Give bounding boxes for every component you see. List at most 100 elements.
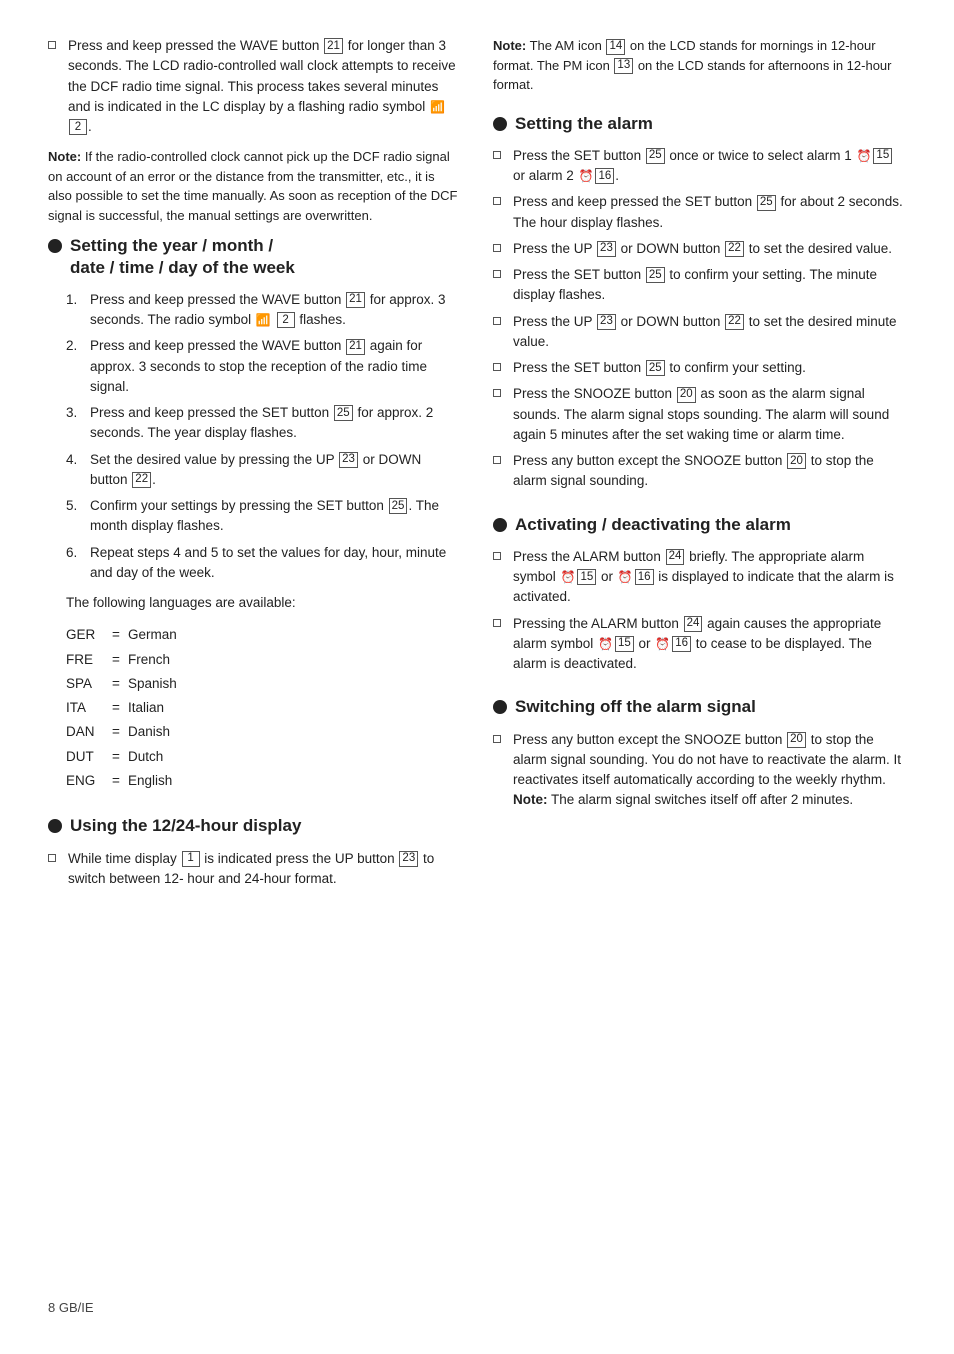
btn-snooze20a: 20: [677, 387, 696, 403]
list-text: Pressing the ALARM button 24 again cause…: [513, 614, 906, 675]
section4-bullet: [493, 518, 507, 532]
btn-down22c: 22: [725, 314, 744, 330]
section-12-24: Using the 12/24-hour display While time …: [48, 815, 461, 889]
bullet-sq: [493, 317, 501, 325]
alarm-icon: ⏰: [856, 147, 871, 165]
page: Press and keep pressed the WAVE button 2…: [0, 0, 954, 1354]
bullet-sq: [493, 363, 501, 371]
btn-down4: 22: [132, 472, 151, 488]
section3-heading: Setting the alarm: [493, 113, 906, 134]
section1-heading: Setting the year / month /date / time / …: [48, 235, 461, 278]
lang-intro: The following languages are available:: [66, 593, 461, 613]
bullet-sq: [493, 552, 501, 560]
list-item: Press the UP 23 or DOWN button 22 to set…: [493, 239, 906, 259]
bullet-sq: [493, 735, 501, 743]
note-text-radio: If the radio-controlled clock cannot pic…: [48, 149, 457, 223]
note-label-alarm: Note:: [513, 792, 548, 807]
list-item: 3. Press and keep pressed the SET button…: [66, 403, 461, 444]
alarm-icon: ⏰: [598, 635, 613, 653]
btn-15b: 15: [577, 569, 596, 585]
list-item: Press any button except the SNOOZE butto…: [493, 451, 906, 492]
btn-alarm24b: 24: [684, 616, 703, 632]
lang-row: ITA=Italian: [66, 696, 461, 720]
note-label-radio: Note:: [48, 149, 81, 164]
columns: Press and keep pressed the WAVE button 2…: [48, 36, 906, 1281]
intro-text: Press and keep pressed the WAVE button 2…: [68, 36, 461, 137]
section2-bullet: [48, 819, 62, 833]
lang-abbr: GER: [66, 623, 104, 647]
lang-name: Spanish: [128, 672, 208, 696]
bullet-sq: [493, 244, 501, 252]
list-num: 3.: [66, 403, 82, 423]
list-item: 1. Press and keep pressed the WAVE butto…: [66, 290, 461, 331]
list-text: Press and keep pressed the WAVE button 2…: [90, 336, 461, 397]
list-num: 1.: [66, 290, 82, 310]
btn-16c: 16: [672, 636, 691, 652]
list-text: Repeat steps 4 and 5 to set the values f…: [90, 543, 461, 584]
btn-16b: 16: [635, 569, 654, 585]
btn-wave-21: 21: [324, 38, 343, 54]
lang-row: DAN=Danish: [66, 720, 461, 744]
lang-row: SPA=Spanish: [66, 672, 461, 696]
section3-heading-text: Setting the alarm: [515, 113, 653, 134]
list-num: 4.: [66, 450, 82, 470]
btn-wave: 21: [346, 292, 365, 308]
section1-bullet: [48, 239, 62, 253]
section2-heading: Using the 12/24-hour display: [48, 815, 461, 836]
section1-list: 1. Press and keep pressed the WAVE butto…: [66, 290, 461, 583]
btn-15c: 15: [615, 636, 634, 652]
section5-heading-text: Switching off the alarm signal: [515, 696, 756, 717]
btn-up23c: 23: [597, 314, 616, 330]
list-text: Press and keep pressed the SET button 25…: [513, 192, 906, 233]
list-item: Press and keep pressed the SET button 25…: [493, 192, 906, 233]
btn-down22b: 22: [725, 241, 744, 257]
list-item: Press the SET button 25 to confirm your …: [493, 265, 906, 306]
list-text: Press the SET button 25 to confirm your …: [513, 265, 906, 306]
alarm-icon: ⏰: [561, 568, 576, 586]
list-text: Confirm your settings by pressing the SE…: [90, 496, 461, 537]
lang-abbr: SPA: [66, 672, 104, 696]
list-item: 4. Set the desired value by pressing the…: [66, 450, 461, 491]
lang-name: English: [128, 769, 208, 793]
list-text: Press and keep pressed the SET button 25…: [90, 403, 461, 444]
btn-15a: 15: [873, 148, 892, 164]
language-table: GER=German FRE=French SPA=Spanish ITA=It…: [66, 623, 461, 793]
section3-list: Press the SET button 25 once or twice to…: [493, 146, 906, 492]
list-item: Press the UP 23 or DOWN button 22 to set…: [493, 312, 906, 353]
section2-list: While time display 1 is indicated press …: [48, 849, 461, 890]
list-item: Press the SET button 25 once or twice to…: [493, 146, 906, 187]
lang-eq: =: [104, 648, 128, 672]
list-item: 2. Press and keep pressed the WAVE butto…: [66, 336, 461, 397]
list-text: Press the SET button 25 once or twice to…: [513, 146, 906, 187]
left-column: Press and keep pressed the WAVE button 2…: [48, 36, 461, 1281]
bullet-sq: [493, 456, 501, 464]
list-text: Set the desired value by pressing the UP…: [90, 450, 461, 491]
lang-abbr: ENG: [66, 769, 104, 793]
list-num: 2.: [66, 336, 82, 356]
list-text: Press any button except the SNOOZE butto…: [513, 730, 906, 811]
list-item: 5. Confirm your settings by pressing the…: [66, 496, 461, 537]
bullet-sq: [493, 619, 501, 627]
lang-eq: =: [104, 623, 128, 647]
btn-alarm24a: 24: [666, 549, 685, 565]
section5-bullet: [493, 700, 507, 714]
list-item: While time display 1 is indicated press …: [48, 849, 461, 890]
radio-icon: 📶: [256, 311, 271, 329]
list-text: Press the SNOOZE button 20 as soon as th…: [513, 384, 906, 445]
lang-abbr: DAN: [66, 720, 104, 744]
section2-heading-text: Using the 12/24-hour display: [70, 815, 301, 836]
list-text: Press and keep pressed the WAVE button 2…: [90, 290, 461, 331]
list-item: Press any button except the SNOOZE butto…: [493, 730, 906, 811]
alarm-icon: ⏰: [655, 635, 670, 653]
lang-name: German: [128, 623, 208, 647]
section-setting-alarm: Setting the alarm Press the SET button 2…: [493, 113, 906, 492]
btn-set25d: 25: [646, 360, 665, 376]
list-num: 6.: [66, 543, 82, 563]
list-item: 6. Repeat steps 4 and 5 to set the value…: [66, 543, 461, 584]
btn-13: 13: [614, 58, 633, 74]
list-num: 5.: [66, 496, 82, 516]
section-switch-off-alarm: Switching off the alarm signal Press any…: [493, 696, 906, 810]
lang-row: DUT=Dutch: [66, 745, 461, 769]
lang-name: French: [128, 648, 208, 672]
list-text: Press the SET button 25 to confirm your …: [513, 358, 806, 378]
